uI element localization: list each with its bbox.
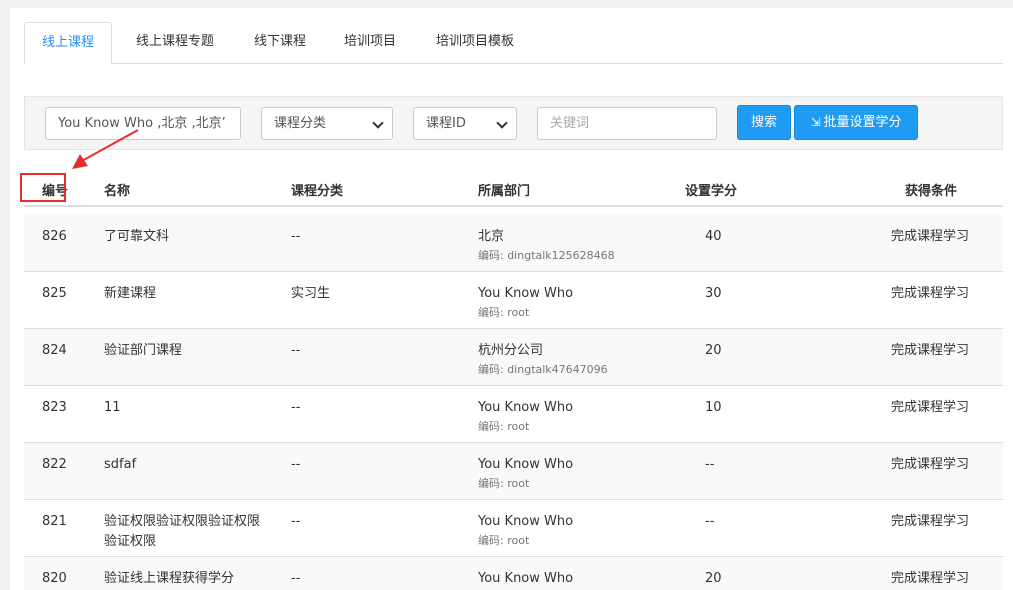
annotation-highlight-box [20, 173, 66, 202]
header-name: 名称 [104, 184, 131, 199]
row-id: 825 [42, 286, 67, 301]
row-credit: 20 [705, 571, 722, 586]
row-category: -- [291, 400, 301, 415]
row-credit: 40 [705, 229, 722, 244]
batch-credit-label: 批量设置学分 [823, 115, 902, 130]
category-select-value: 课程分类 [274, 116, 327, 131]
header-condition: 获得条件 [905, 184, 958, 199]
row-name[interactable]: 验证部门课程 [104, 341, 284, 361]
batch-credit-icon: ⇲ [810, 115, 821, 129]
tab-training-projects[interactable]: 培训项目 [330, 22, 410, 64]
row-name[interactable]: 验证线上课程获得学分 [104, 569, 284, 589]
row-category: -- [291, 571, 301, 586]
row-department-name: You Know Who [478, 571, 574, 586]
row-department: 杭州分公司编码: dingtalk47647096 [478, 341, 608, 379]
row-department: 北京编码: dingtalk125628468 [478, 227, 615, 265]
row-department-code: 编码: dingtalk125628468 [478, 249, 615, 262]
row-department: You Know Who 编码: root [478, 398, 573, 436]
row-category: 实习生 [291, 286, 331, 301]
row-department-name: 北京 [478, 229, 505, 244]
row-department: You Know Who 编码: root [478, 284, 573, 322]
row-name[interactable]: 了可靠文科 [104, 227, 284, 247]
keyword-input-wrap [537, 107, 717, 140]
row-department-name: You Know Who [478, 514, 574, 529]
row-name[interactable]: 验证权限验证权限验证权限 验证权限 [104, 512, 284, 552]
row-department: You Know Who 编码: root [478, 455, 573, 493]
tab-offline-courses[interactable]: 线下课程 [240, 22, 320, 64]
row-department-code: 编码: root [478, 477, 530, 490]
course-id-select[interactable]: 课程ID [413, 107, 517, 140]
row-department-code: 编码: root [478, 420, 530, 433]
row-category: -- [291, 229, 301, 244]
row-department-name: 杭州分公司 [478, 343, 544, 358]
table-row[interactable]: 821 验证权限验证权限验证权限 验证权限 -- You Know Who 编码: ro… [24, 500, 1003, 557]
table-row[interactable]: 822 sdfaf -- You Know Who 编码: root -- 完成课程学习 [24, 443, 1003, 500]
row-credit: 10 [705, 400, 722, 415]
tab-online-courses[interactable]: 线上课程 [24, 22, 112, 65]
table-header: 编号 名称 课程分类 所属部门 设置学分 获得条件 [24, 170, 1003, 207]
row-credit: 30 [705, 286, 722, 301]
row-category: -- [291, 514, 301, 529]
row-department-code: 编码: root [478, 306, 530, 319]
tab-training-templates[interactable]: 培训项目模板 [420, 22, 530, 64]
table-row[interactable]: 825 新建课程 实习生 You Know Who 编码: root 30 完成课程学习 [24, 272, 1003, 329]
row-condition: 完成课程学习 [891, 571, 970, 586]
row-id: 820 [42, 571, 67, 586]
table-row[interactable]: 826 了可靠文科 -- 北京编码: dingtalk125628468 40 完成课程学… [24, 215, 1003, 272]
row-id: 824 [42, 343, 67, 358]
annotation-arrow-icon [72, 129, 139, 169]
row-category: -- [291, 457, 301, 472]
row-credit: 20 [705, 343, 722, 358]
course-id-select-value: 课程ID [426, 116, 466, 131]
tab-online-course-topics[interactable]: 线上课程专题 [120, 22, 230, 64]
row-department-code: 编码: dingtalk47647096 [478, 363, 608, 376]
row-name[interactable]: 11 [104, 398, 284, 418]
row-department: You Know Who 编码: root [478, 512, 573, 550]
category-select[interactable]: 课程分类 [261, 107, 393, 140]
row-department: You Know Who [478, 569, 573, 589]
filter-bar: You Know Who ,北京 ,北京’ 课程分类 课程ID 搜索 ⇲批量设置… [24, 96, 1003, 150]
row-condition: 完成课程学习 [891, 457, 970, 472]
table-row[interactable]: 824 验证部门课程 -- 杭州分公司编码: dingtalk47647096 20 完成… [24, 329, 1003, 386]
row-department-name: You Know Who [478, 286, 574, 301]
row-id: 823 [42, 400, 67, 415]
header-credit: 设置学分 [685, 184, 738, 199]
row-department-code: 编码: root [478, 534, 530, 547]
row-name[interactable]: sdfaf [104, 455, 284, 475]
row-id: 826 [42, 229, 67, 244]
table-row[interactable]: 820 验证线上课程获得学分 -- You Know Who 20 完成课程学习 [24, 557, 1003, 590]
row-condition: 完成课程学习 [891, 343, 970, 358]
row-id: 821 [42, 514, 67, 529]
table-row[interactable]: 823 11 -- You Know Who 编码: root 10 完成课程学习 [24, 386, 1003, 443]
row-credit: -- [705, 514, 715, 529]
row-department-name: You Know Who [478, 400, 574, 415]
row-condition: 完成课程学习 [891, 514, 970, 529]
row-department-name: You Know Who [478, 457, 574, 472]
search-button[interactable]: 搜索 [737, 105, 791, 140]
row-credit: -- [705, 457, 715, 472]
tab-bar: 线上课程 线上课程专题 线下课程 培训项目 培训项目模板 [24, 22, 1003, 65]
header-department: 所属部门 [478, 184, 531, 199]
keyword-input[interactable] [550, 116, 704, 131]
header-category: 课程分类 [291, 184, 344, 199]
row-condition: 完成课程学习 [891, 229, 970, 244]
row-category: -- [291, 343, 301, 358]
row-id: 822 [42, 457, 67, 472]
row-name[interactable]: 新建课程 [104, 284, 284, 304]
batch-credit-button[interactable]: ⇲ 批量设置学分 [794, 105, 918, 140]
row-condition: 完成课程学习 [891, 286, 970, 301]
row-condition: 完成课程学习 [891, 400, 970, 415]
